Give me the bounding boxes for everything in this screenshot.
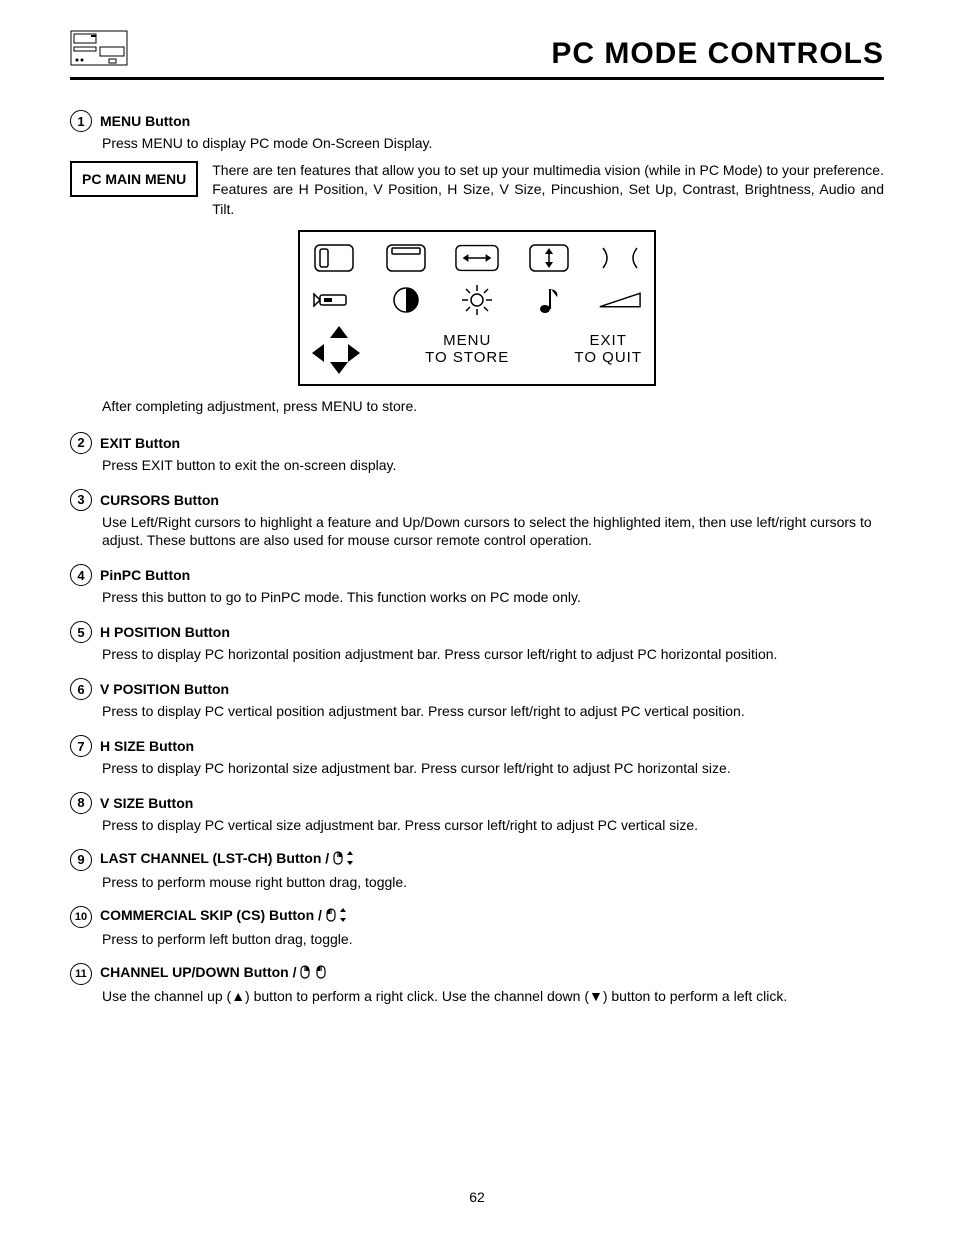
remote-outline-icon	[70, 30, 128, 71]
manual-page: PC MODE CONTROLS 1 MENU Button Press MEN…	[0, 0, 954, 1235]
item-title: CHANNEL UP/DOWN Button /	[100, 964, 328, 983]
osd-menu-line2: TO STORE	[425, 350, 509, 367]
pc-main-menu-desc: There are ten features that allow you to…	[212, 161, 884, 220]
audio-note-icon	[527, 284, 571, 316]
item-body: Press to perform left button drag, toggl…	[102, 930, 884, 949]
v-arrows-icon	[527, 242, 571, 274]
list-item: 2 EXIT Button Press EXIT button to exit t…	[70, 432, 884, 475]
setup-icon	[312, 284, 356, 316]
item-body: Press to display PC horizontal size adju…	[102, 759, 884, 778]
osd-diagram: MENU TO STORE EXIT TO QUIT	[70, 230, 884, 386]
osd-box: MENU TO STORE EXIT TO QUIT	[298, 230, 656, 386]
page-title: PC MODE CONTROLS	[551, 37, 884, 71]
osd-bottom-row: MENU TO STORE EXIT TO QUIT	[312, 326, 642, 374]
item-body: Use the channel up (▲) button to perform…	[102, 987, 884, 1006]
circled-number-icon: 3	[70, 489, 92, 511]
item-title: V SIZE Button	[100, 795, 193, 811]
item-title: CURSORS Button	[100, 492, 219, 508]
list-item: 5 H POSITION Button Press to display PC h…	[70, 621, 884, 664]
osd-exit-line1: EXIT	[574, 333, 642, 350]
circled-number-icon: 6	[70, 678, 92, 700]
mouse-drag-toggle-icon	[326, 907, 350, 926]
list-item: 8 V SIZE Button Press to display PC verti…	[70, 792, 884, 835]
h-arrows-icon	[455, 242, 499, 274]
list-item: 1 MENU Button Press MENU to display PC m…	[70, 110, 884, 414]
item-body: Press EXIT button to exit the on-screen …	[102, 456, 884, 475]
circled-number-icon: 5	[70, 621, 92, 643]
pc-main-menu-row: PC MAIN MENU There are ten features that…	[70, 161, 884, 220]
page-number: 62	[0, 1189, 954, 1205]
list-item: 10 COMMERCIAL SKIP (CS) Button / Press t…	[70, 906, 884, 949]
after-osd-note: After completing adjustment, press MENU …	[102, 398, 884, 414]
list-item: 7 H SIZE Button Press to display PC horiz…	[70, 735, 884, 778]
item-title: COMMERCIAL SKIP (CS) Button /	[100, 907, 350, 926]
item-title-text: COMMERCIAL SKIP (CS) Button /	[100, 907, 326, 923]
circled-number-icon: 2	[70, 432, 92, 454]
item-body: Press to display PC vertical size adjust…	[102, 816, 884, 835]
item-body: Press MENU to display PC mode On-Screen …	[102, 134, 884, 153]
divider	[70, 77, 884, 80]
list-item: 6 V POSITION Button Press to display PC v…	[70, 678, 884, 721]
item-title: LAST CHANNEL (LST-CH) Button /	[100, 850, 357, 869]
item-body: Press to display PC horizontal position …	[102, 645, 884, 664]
osd-exit-line2: TO QUIT	[574, 350, 642, 367]
circled-number-icon: 11	[70, 963, 92, 985]
item-title-text: LAST CHANNEL (LST-CH) Button /	[100, 851, 333, 867]
item-title-text: CHANNEL UP/DOWN Button /	[100, 964, 300, 980]
circled-number-icon: 9	[70, 849, 92, 871]
osd-exit-label: EXIT TO QUIT	[574, 333, 642, 366]
circled-number-icon: 4	[70, 564, 92, 586]
item-title: H POSITION Button	[100, 624, 230, 640]
item-title: PinPC Button	[100, 567, 190, 583]
tilt-icon	[598, 284, 642, 316]
item-body: Use Left/Right cursors to highlight a fe…	[102, 513, 884, 551]
item-title: H SIZE Button	[100, 738, 194, 754]
item-body: Press to perform mouse right button drag…	[102, 873, 884, 892]
screen-top-icon	[384, 242, 428, 274]
list-item: 4 PinPC Button Press this button to go to…	[70, 564, 884, 607]
item-title: V POSITION Button	[100, 681, 229, 697]
mouse-right-click-icon	[300, 964, 312, 983]
list-item: 9 LAST CHANNEL (LST-CH) Button / Press t…	[70, 849, 884, 892]
list-item: 3 CURSORS Button Use Left/Right cursors t…	[70, 489, 884, 551]
item-title: EXIT Button	[100, 435, 180, 451]
mouse-left-click-icon	[316, 964, 328, 983]
osd-menu-line1: MENU	[425, 333, 509, 350]
item-title: MENU Button	[100, 113, 190, 129]
four-way-arrows-icon	[312, 326, 360, 374]
circled-number-icon: 7	[70, 735, 92, 757]
item-heading: 1 MENU Button	[70, 110, 884, 132]
contrast-icon	[384, 284, 428, 316]
item-body: Press to display PC vertical position ad…	[102, 702, 884, 721]
page-header: PC MODE CONTROLS	[70, 30, 884, 71]
circled-number-icon: 1	[70, 110, 92, 132]
mouse-drag-toggle-icon	[333, 850, 357, 869]
pc-main-menu-box: PC MAIN MENU	[70, 161, 198, 197]
screen-outline-icon	[312, 242, 356, 274]
circled-number-icon: 10	[70, 906, 92, 928]
osd-row-1	[312, 242, 642, 274]
pincushion-icon	[598, 242, 642, 274]
list-item: 11 CHANNEL UP/DOWN Button / Use the chan…	[70, 963, 884, 1006]
osd-menu-label: MENU TO STORE	[425, 333, 509, 366]
item-body: Press this button to go to PinPC mode. T…	[102, 588, 884, 607]
osd-row-2	[312, 284, 642, 316]
brightness-icon	[455, 284, 499, 316]
circled-number-icon: 8	[70, 792, 92, 814]
